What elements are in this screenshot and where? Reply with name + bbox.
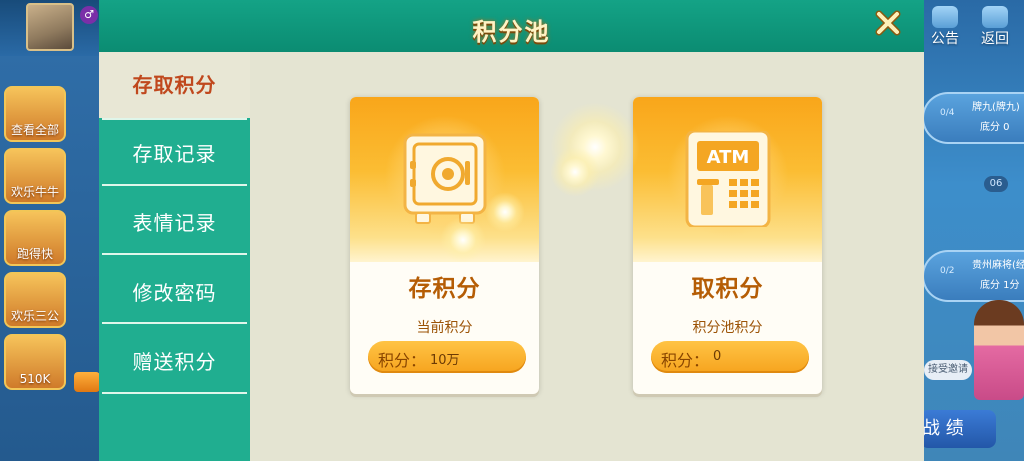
- room-score: 底分 0: [980, 122, 1010, 133]
- tab-gift-points[interactable]: 赠送积分: [99, 329, 250, 395]
- modal-sidebar: 存取积分 存取记录 表情记录 修改密码 赠送积分: [99, 52, 250, 461]
- game-tile-label: 查看全部: [10, 123, 59, 137]
- megaphone-icon: [932, 6, 958, 28]
- lobby-right-panel: 公告 返回 牌九(牌九) 0/4 底分 0 06 贵州麻将(经典) 0/2 底分…: [920, 0, 1024, 461]
- tab-label: 存取积分: [132, 73, 217, 97]
- divider: [102, 392, 247, 394]
- divider: [102, 118, 247, 120]
- tab-deposit-withdraw[interactable]: 存取积分: [99, 52, 250, 118]
- divider: [102, 184, 247, 186]
- card-subtitle: 积分池积分: [692, 320, 763, 336]
- room-card[interactable]: 牌九(牌九) 0/4 底分 0: [922, 92, 1024, 144]
- game-tile-niuniu[interactable]: 欢乐牛牛: [4, 148, 66, 204]
- atm-text: ATM: [707, 147, 750, 168]
- points-display: 积分： 0: [651, 341, 809, 373]
- game-tile-510k[interactable]: 510K: [4, 334, 66, 390]
- withdraw-card[interactable]: ATM 取积分 积分池积分 积分： 0: [633, 97, 822, 394]
- sparkle-effect: [550, 102, 640, 192]
- hostess-character: [974, 300, 1024, 400]
- modal-title: 积分池: [472, 18, 551, 46]
- points-value: 0: [713, 349, 722, 364]
- content-panel: 存积分 当前积分 积分： 10万 ATM 取积分 积分池积分 积分： 0: [250, 52, 924, 461]
- avatar[interactable]: [26, 3, 74, 51]
- game-tile-label: 跑得快: [16, 247, 53, 261]
- game-list: 查看全部 欢乐牛牛 跑得快 欢乐三公 510K: [0, 56, 100, 461]
- atm-icon: ATM: [685, 131, 771, 227]
- points-pool-modal: 积分池 存取积分 存取记录 表情记录 修改密码 赠送积分 存积分 当前积分 积分…: [99, 0, 924, 461]
- table-number: 06: [984, 176, 1008, 192]
- room-card[interactable]: 贵州麻将(经典) 0/2 底分 1分: [922, 250, 1024, 302]
- sparkle-effect: [550, 147, 600, 197]
- close-button[interactable]: [871, 6, 905, 40]
- tab-label: 表情记录: [132, 211, 217, 235]
- points-label: 积分：: [661, 351, 710, 370]
- tab-records[interactable]: 存取记录: [99, 121, 250, 187]
- deposit-card[interactable]: 存积分 当前积分 积分： 10万: [350, 97, 539, 394]
- modal-header: 积分池: [99, 0, 924, 52]
- back-label: 返回: [981, 31, 1009, 47]
- game-tile-all[interactable]: 查看全部: [4, 86, 66, 142]
- divider: [102, 253, 247, 255]
- back-button[interactable]: 返回: [976, 6, 1014, 50]
- room-count: 0/2: [940, 266, 955, 276]
- record-button[interactable]: 战 绩: [920, 410, 996, 448]
- game-tile-paodekuai[interactable]: 跑得快: [4, 210, 66, 266]
- tab-change-password[interactable]: 修改密码: [99, 260, 250, 326]
- game-tile-label: 欢乐牛牛: [10, 185, 59, 199]
- game-tile-sangong[interactable]: 欢乐三公: [4, 272, 66, 328]
- close-icon: [875, 10, 901, 36]
- safe-icon: [403, 133, 487, 224]
- notice-button[interactable]: 公告: [926, 6, 964, 50]
- points-value: 10万: [430, 353, 460, 368]
- room-count: 0/4: [940, 108, 955, 118]
- tab-label: 修改密码: [132, 281, 217, 305]
- gender-icon: ♂: [80, 6, 98, 24]
- game-tile-label: 欢乐三公: [10, 309, 59, 323]
- card-title: 取积分: [691, 276, 764, 302]
- notice-label: 公告: [931, 31, 959, 47]
- bottom-left-button[interactable]: [74, 372, 100, 392]
- accept-invite-button[interactable]: 接受邀请: [924, 360, 972, 380]
- points-label: 积分：: [378, 351, 427, 370]
- room-title: 贵州麻将(经典): [972, 260, 1024, 271]
- card-subtitle: 当前积分: [416, 320, 473, 336]
- room-title: 牌九(牌九): [972, 102, 1020, 113]
- game-tile-label: 510K: [19, 372, 51, 386]
- divider: [102, 322, 247, 324]
- tab-label: 赠送积分: [132, 350, 217, 374]
- points-display: 积分： 10万: [368, 341, 526, 373]
- room-score: 底分 1分: [980, 280, 1020, 291]
- back-arrow-icon: [982, 6, 1008, 28]
- tab-label: 存取记录: [132, 142, 217, 166]
- tab-emoji-records[interactable]: 表情记录: [99, 190, 250, 256]
- card-title: 存积分: [408, 276, 481, 302]
